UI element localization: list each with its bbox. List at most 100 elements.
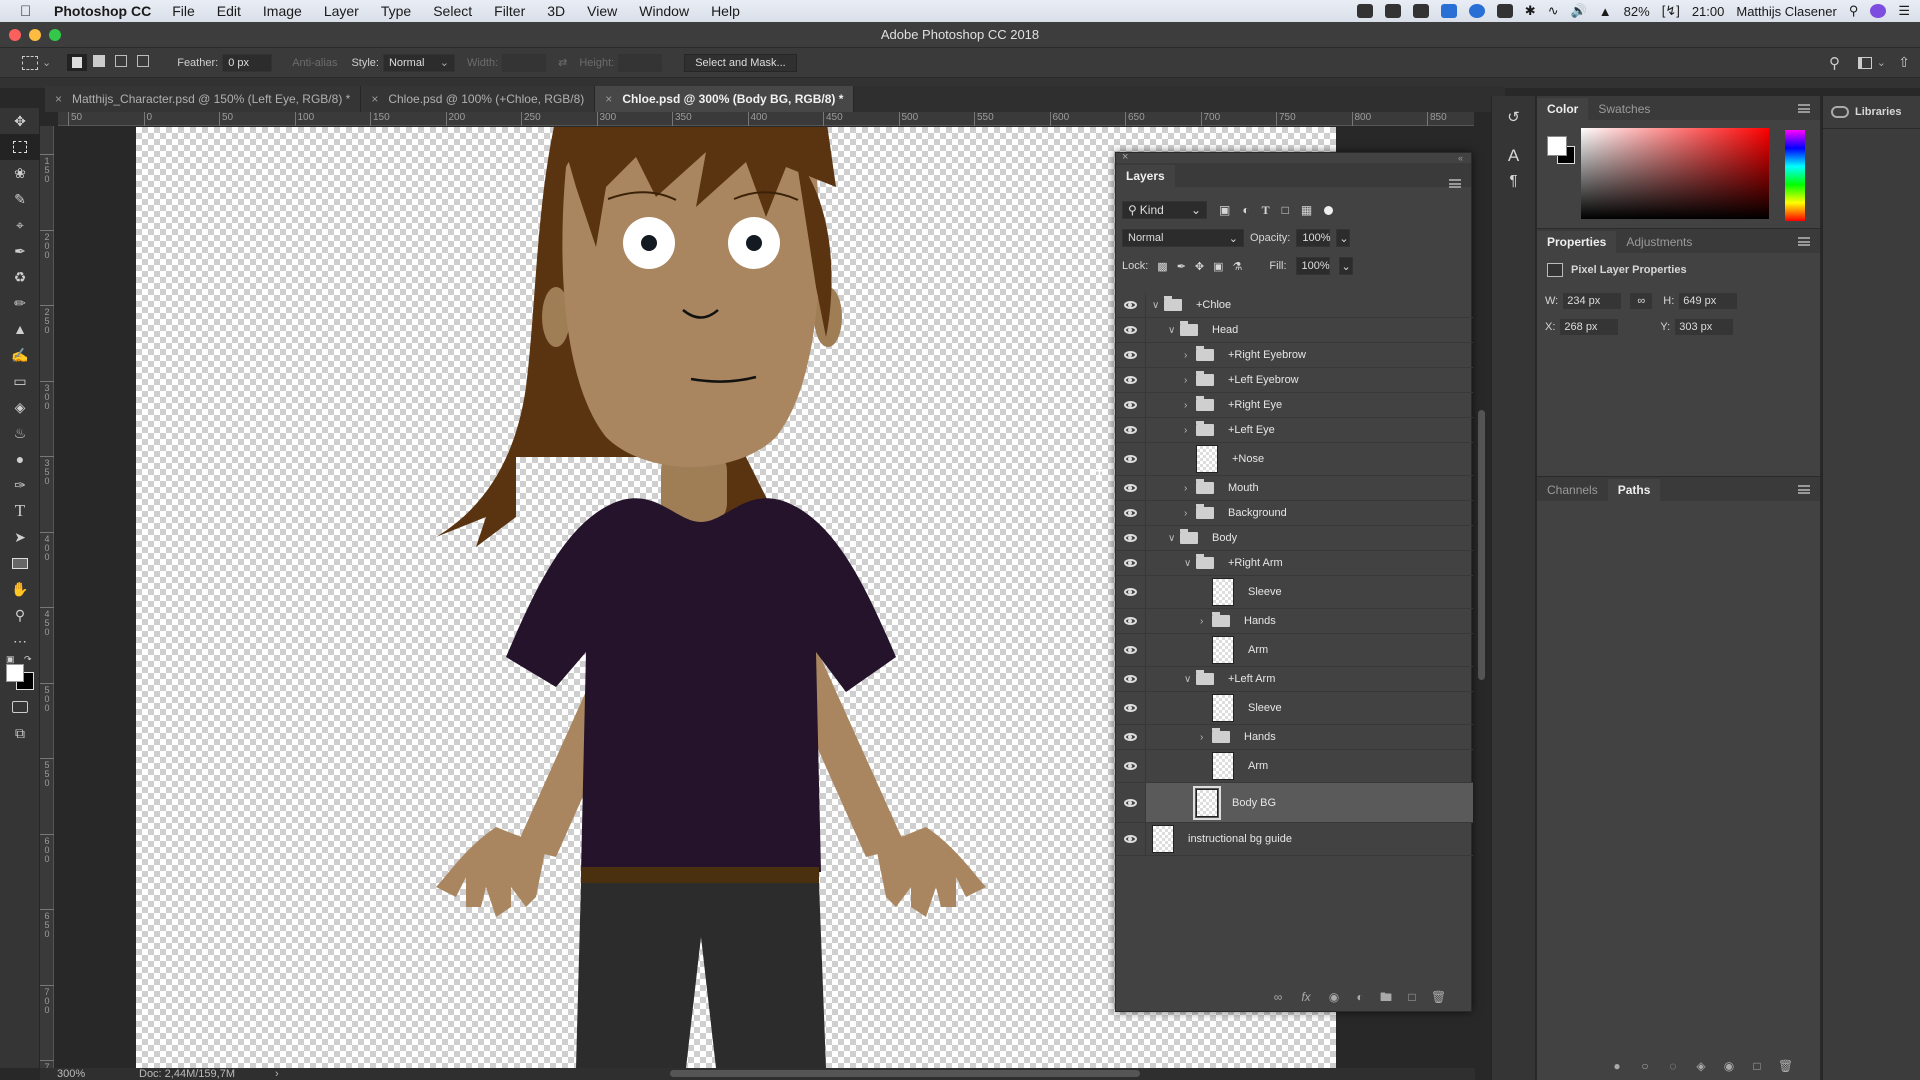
new-group-icon[interactable]: 🖿 bbox=[1379, 991, 1393, 1003]
visibility-toggle[interactable] bbox=[1116, 576, 1146, 609]
add-to-selection-button[interactable] bbox=[93, 55, 106, 70]
chevron-right-icon[interactable]: › bbox=[1184, 350, 1196, 361]
lock-all-icon[interactable]: ⚗ bbox=[1233, 260, 1243, 273]
teamviewer-icon[interactable] bbox=[1440, 4, 1457, 18]
layer-row[interactable]: › +Right Eye bbox=[1146, 393, 1473, 418]
chevron-down-icon[interactable]: ⌄ bbox=[1877, 56, 1886, 69]
panel-menu-icon[interactable] bbox=[1798, 104, 1810, 113]
layer-row[interactable]: Sleeve bbox=[1146, 692, 1473, 725]
visibility-toggle[interactable] bbox=[1116, 823, 1146, 856]
html5-icon[interactable] bbox=[1412, 4, 1429, 18]
user-name[interactable]: Matthijs Clasener bbox=[1736, 4, 1836, 19]
lock-image-icon[interactable]: ✒ bbox=[1177, 260, 1186, 273]
style-select[interactable]: Normal ⌄ bbox=[382, 53, 455, 72]
history-panel-icon[interactable]: ↺ bbox=[1492, 108, 1535, 126]
layer-row[interactable]: › Hands bbox=[1146, 725, 1473, 750]
panel-menu-icon[interactable] bbox=[1798, 485, 1810, 494]
layer-style-fx-icon[interactable]: fx bbox=[1297, 991, 1315, 1003]
close-tab-icon[interactable]: × bbox=[55, 92, 62, 106]
layer-row[interactable]: › Hands bbox=[1146, 609, 1473, 634]
menu-app-name[interactable]: Photoshop CC bbox=[54, 3, 151, 19]
menu-file[interactable]: File bbox=[172, 3, 195, 19]
link-dimensions-icon[interactable]: ∞ bbox=[1630, 293, 1653, 309]
tab-properties[interactable]: Properties bbox=[1537, 231, 1617, 253]
layer-row[interactable]: › Mouth bbox=[1146, 476, 1473, 501]
tab-paths[interactable]: Paths bbox=[1607, 479, 1661, 501]
spotlight-search-icon[interactable]: ⚲ bbox=[1849, 3, 1859, 19]
delete-layer-icon[interactable]: 🗑 bbox=[1431, 991, 1446, 1003]
layer-row[interactable]: › +Left Eyebrow bbox=[1146, 368, 1473, 393]
close-panel-icon[interactable]: × bbox=[1122, 151, 1128, 163]
rectangular-marquee-tool-icon[interactable] bbox=[0, 134, 40, 160]
filter-toggle-icon[interactable] bbox=[1324, 205, 1334, 215]
history-brush-tool-icon[interactable]: ✍ bbox=[0, 342, 40, 368]
lock-transparent-icon[interactable]: ▩ bbox=[1157, 260, 1167, 273]
visibility-toggle[interactable] bbox=[1116, 393, 1146, 418]
brush-tool-icon[interactable]: ✏ bbox=[0, 290, 40, 316]
cloud-icon[interactable] bbox=[1496, 4, 1513, 18]
path-selection-tool-icon[interactable]: ➤ bbox=[0, 524, 40, 550]
add-mask-icon[interactable]: ◉ bbox=[1327, 991, 1341, 1003]
fill-input[interactable]: 100% bbox=[1295, 257, 1330, 275]
select-and-mask-button[interactable]: Select and Mask... bbox=[684, 53, 797, 72]
apple-menu-icon[interactable]:  bbox=[20, 3, 42, 20]
tab-chloe-300[interactable]: × Chloe.psd @ 300% (Body BG, RGB/8) * bbox=[595, 86, 855, 112]
hand-tool-icon[interactable]: ✋ bbox=[0, 576, 40, 602]
layer-row[interactable]: › +Right Eyebrow bbox=[1146, 343, 1473, 368]
layer-row[interactable]: › Background bbox=[1146, 501, 1473, 526]
healing-brush-tool-icon[interactable]: ♻ bbox=[0, 264, 40, 290]
lock-artboard-icon[interactable]: ▣ bbox=[1213, 260, 1223, 273]
chevron-down-icon[interactable]: ∨ bbox=[1184, 674, 1196, 685]
width-field[interactable]: 234 px bbox=[1563, 293, 1622, 309]
blend-mode-select[interactable]: Normal ⌄ bbox=[1122, 229, 1244, 247]
status-menu-arrow-icon[interactable]: › bbox=[275, 1068, 279, 1080]
airplay-icon[interactable]: ▲ bbox=[1599, 4, 1612, 19]
tab-adjustments[interactable]: Adjustments bbox=[1616, 231, 1702, 253]
search-icon[interactable]: ⚲ bbox=[1829, 54, 1840, 72]
share-icon[interactable]: ⇧ bbox=[1898, 54, 1910, 71]
dodge-tool-icon[interactable]: ● bbox=[0, 446, 40, 472]
panel-menu-icon[interactable] bbox=[1798, 237, 1810, 246]
opacity-input[interactable]: 100% bbox=[1296, 229, 1331, 247]
tab-layers[interactable]: Layers bbox=[1116, 165, 1175, 187]
app-tray-icon[interactable] bbox=[1468, 4, 1485, 18]
menu-view[interactable]: View bbox=[587, 3, 617, 19]
menu-window[interactable]: Window bbox=[639, 3, 689, 19]
zoom-level[interactable]: 300% bbox=[57, 1068, 85, 1080]
visibility-toggle[interactable] bbox=[1116, 418, 1146, 443]
chevron-right-icon[interactable]: › bbox=[1184, 425, 1196, 436]
tab-color[interactable]: Color bbox=[1537, 98, 1589, 120]
fill-path-icon[interactable]: ● bbox=[1610, 1060, 1624, 1072]
rectangle-tool-icon[interactable] bbox=[0, 550, 40, 576]
chevron-right-icon[interactable]: › bbox=[1184, 400, 1196, 411]
crop-tool-icon[interactable]: ⌖ bbox=[0, 212, 40, 238]
visibility-toggle[interactable] bbox=[1116, 551, 1146, 576]
chevron-down-icon[interactable]: ∨ bbox=[1168, 533, 1180, 544]
visibility-toggle[interactable] bbox=[1116, 692, 1146, 725]
quick-selection-tool-icon[interactable]: ✎ bbox=[0, 186, 40, 212]
lock-position-icon[interactable]: ✥ bbox=[1195, 260, 1204, 273]
eyedropper-tool-icon[interactable]: ✒ bbox=[0, 238, 40, 264]
tab-channels[interactable]: Channels bbox=[1537, 479, 1608, 501]
feather-input[interactable]: 0 px bbox=[222, 53, 273, 72]
add-mask-icon[interactable]: ◉ bbox=[1722, 1060, 1736, 1072]
siri-icon[interactable] bbox=[1870, 4, 1887, 18]
delete-path-icon[interactable]: 🗑 bbox=[1778, 1060, 1793, 1072]
layer-row[interactable]: › +Left Eye bbox=[1146, 418, 1473, 443]
chevron-right-icon[interactable]: › bbox=[1184, 508, 1196, 519]
chevron-right-icon[interactable]: › bbox=[1200, 616, 1212, 627]
visibility-toggle[interactable] bbox=[1116, 634, 1146, 667]
filter-type-icon[interactable]: T bbox=[1262, 203, 1270, 218]
close-tab-icon[interactable]: × bbox=[605, 92, 612, 106]
blur-tool-icon[interactable]: ♨ bbox=[0, 420, 40, 446]
menu-help[interactable]: Help bbox=[711, 3, 740, 19]
bluetooth-icon[interactable]: ✱ bbox=[1525, 3, 1536, 19]
chevron-down-icon[interactable]: ∨ bbox=[1184, 558, 1196, 569]
layer-row[interactable]: ∨ +Right Arm bbox=[1146, 551, 1473, 576]
clone-stamp-tool-icon[interactable]: ▲ bbox=[0, 316, 40, 342]
load-path-as-selection-icon[interactable]: ◌ bbox=[1666, 1060, 1680, 1072]
visibility-toggle[interactable] bbox=[1116, 501, 1146, 526]
chevron-down-icon[interactable]: ∨ bbox=[1168, 325, 1180, 336]
paint-bucket-tool-icon[interactable]: ◈ bbox=[0, 394, 40, 420]
collapse-panel-icon[interactable]: « bbox=[1458, 153, 1463, 163]
